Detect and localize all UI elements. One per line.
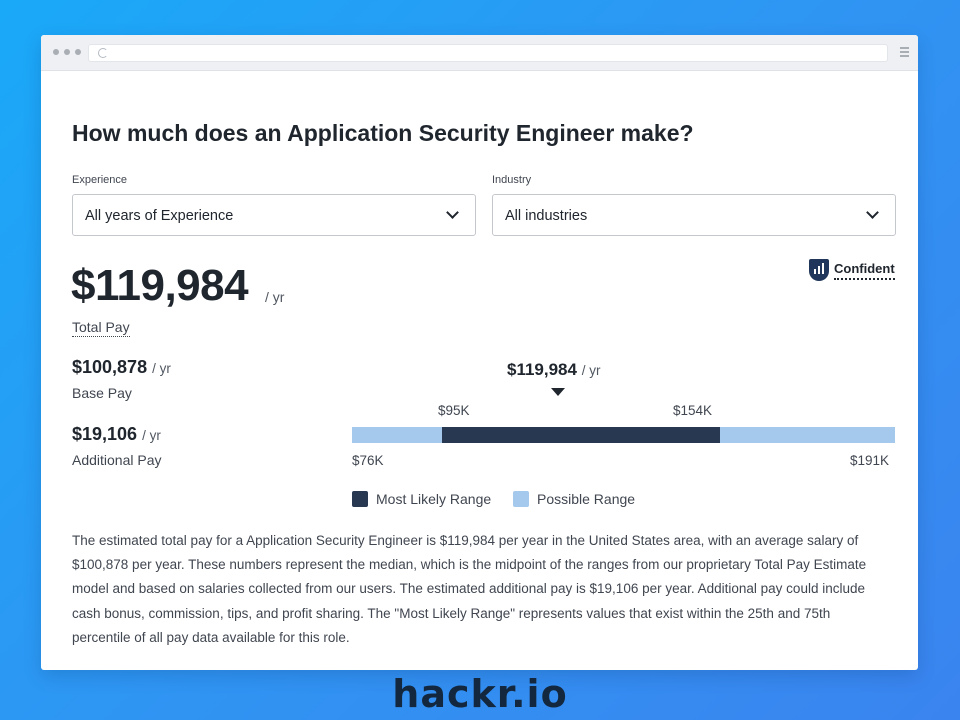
address-bar[interactable] bbox=[88, 44, 888, 62]
salary-description: The estimated total pay for a Applicatio… bbox=[72, 533, 867, 645]
brand-logo: hackr.io bbox=[392, 672, 568, 716]
legend-most-likely-label: Most Likely Range bbox=[376, 491, 492, 507]
base-pay-label: Base Pay bbox=[72, 385, 132, 401]
median-value: $119,984 bbox=[507, 360, 577, 379]
additional-pay-label: Additional Pay bbox=[72, 452, 162, 468]
median-unit: / yr bbox=[581, 363, 601, 378]
experience-select[interactable]: All years of Experience bbox=[72, 194, 476, 236]
likely-high-label: $154K bbox=[673, 403, 713, 418]
page-title: How much does an Application Security En… bbox=[72, 120, 694, 146]
experience-label: Experience bbox=[72, 174, 128, 186]
median-marker-icon bbox=[551, 388, 565, 396]
legend-most-likely: Most Likely Range bbox=[352, 491, 491, 507]
confidence-badge[interactable]: Confident bbox=[809, 259, 895, 281]
confidence-shield-icon bbox=[809, 259, 829, 281]
industry-value: All industries bbox=[505, 208, 588, 224]
salary-page: How much does an Application Security En… bbox=[41, 71, 918, 670]
browser-toolbar bbox=[41, 35, 918, 71]
additional-pay-value: $19,106 bbox=[72, 424, 138, 444]
total-pay-amount: $119,984 bbox=[71, 261, 249, 310]
total-pay-label[interactable]: Total Pay bbox=[72, 319, 130, 337]
additional-pay-unit: / yr bbox=[142, 428, 161, 443]
base-pay-amount: $100,878 / yr bbox=[72, 357, 171, 378]
possible-range-bar bbox=[352, 427, 895, 443]
reload-icon[interactable] bbox=[98, 48, 108, 58]
total-pay-unit: / yr bbox=[265, 289, 285, 305]
chevron-down-icon bbox=[866, 206, 879, 219]
base-pay-unit: / yr bbox=[152, 361, 171, 376]
possible-swatch bbox=[513, 491, 529, 507]
possible-low-label: $76K bbox=[352, 453, 384, 468]
industry-label: Industry bbox=[492, 174, 532, 186]
chevron-down-icon bbox=[446, 206, 459, 219]
likely-low-label: $95K bbox=[438, 403, 470, 418]
base-pay-value: $100,878 bbox=[72, 357, 148, 377]
browser-window: How much does an Application Security En… bbox=[41, 35, 918, 670]
additional-pay-amount: $19,106 / yr bbox=[72, 424, 161, 445]
legend-possible-label: Possible Range bbox=[537, 491, 636, 507]
most-likely-swatch bbox=[352, 491, 368, 507]
hamburger-menu-icon[interactable] bbox=[900, 47, 909, 59]
window-dots-icon bbox=[53, 49, 81, 55]
most-likely-range-bar bbox=[441, 427, 721, 443]
experience-value: All years of Experience bbox=[85, 208, 234, 224]
median-pay-label: $119,984 / yr bbox=[507, 360, 600, 380]
legend-possible: Possible Range bbox=[513, 491, 635, 507]
possible-high-label: $191K bbox=[850, 453, 890, 468]
confidence-label: Confident bbox=[834, 261, 895, 280]
industry-select[interactable]: All industries bbox=[492, 194, 896, 236]
